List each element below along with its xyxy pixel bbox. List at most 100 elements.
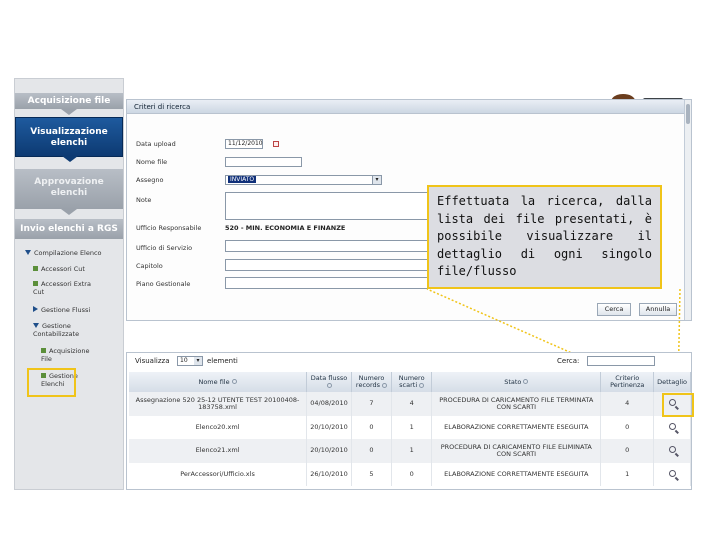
criterion-cell: 1 [600,462,655,486]
results-table: Nome file Data flusso Numero records Num… [129,372,691,486]
field-label: Capitolo [136,262,163,270]
expanded-arrow-icon [33,323,39,328]
table-row[interactable]: Elenco20.xml 20/10/2010 0 1 ELABORAZIONE… [129,415,691,439]
show-label: Visualizza [135,357,170,365]
results-panel: Visualizza 10 ▾ elementi Cerca: Nome fil… [126,352,692,490]
bullet-icon [41,348,46,353]
piano-gestionale-input[interactable] [225,277,430,289]
highlight-box-gestione-elenchi [27,368,76,397]
chevron-down-icon[interactable]: ▾ [372,176,381,184]
form-scrollbar[interactable] [684,100,691,320]
table-row[interactable]: Assegnazione 520 25-12 UTENTE TEST 20100… [129,392,691,416]
column-header[interactable]: Criterio Pertinenza [600,372,655,392]
nav-tree-item[interactable]: Compilazione Elenco [25,249,102,257]
column-header[interactable]: Numero scarti [391,372,433,392]
field-label: Ufficio Responsabile [136,224,202,232]
criterion-cell: 0 [600,439,655,463]
status-cell: PROCEDURA DI CARICAMENTO FILE ELIMINATA … [431,439,602,463]
sort-icon[interactable] [327,382,333,388]
nav-tree-item[interactable]: Accessori Cut [33,265,85,273]
workflow-sidebar: Acquisizione file Visualizzazione elench… [14,78,124,490]
sort-icon[interactable] [231,379,237,384]
date-cell: 20/10/2010 [306,439,352,463]
note-textarea[interactable] [225,192,430,220]
search-button[interactable]: Cerca [597,303,631,316]
file-name-cell: Elenco20.xml [129,415,308,439]
field-label: Note [136,196,152,204]
data-upload-input[interactable]: 11/12/2010 [225,139,263,149]
file-name-cell: Elenco21.xml [129,439,308,463]
instruction-callout: Effettuata la ricerca, dalla lista dei f… [427,185,662,289]
criterion-cell: 4 [600,392,655,416]
detail-cell[interactable] [653,462,691,486]
column-header[interactable]: Nome file [129,372,308,392]
nome-file-input[interactable] [225,157,302,167]
status-cell: ELABORAZIONE CORRETTAMENTE ESEGUITA [431,462,602,486]
step-arrow-icon [61,209,77,215]
step-arrow-icon [61,109,77,115]
table-search-label: Cerca: [557,357,580,365]
sort-icon[interactable] [523,379,529,384]
assegno-select[interactable]: INVIATO ▾ [225,175,382,185]
records-cell: 0 [351,415,393,439]
table-row[interactable]: Elenco21.xml 20/10/2010 0 1 PROCEDURA DI… [129,439,691,463]
sort-icon[interactable] [382,382,388,388]
records-cell: 7 [351,392,393,416]
nav-tree-item[interactable]: Accessori Extra Cut [33,280,103,296]
capitolo-input[interactable] [225,259,430,271]
step-invio-elenchi-rgs[interactable]: Invio elenchi a RGS [15,219,123,239]
discards-cell: 1 [391,439,433,463]
field-label: Data upload [136,140,176,148]
records-cell: 5 [351,462,393,486]
ufficio-servizio-input[interactable] [225,240,430,252]
magnifier-icon[interactable] [668,469,676,477]
magnifier-icon[interactable] [668,446,676,454]
criterion-cell: 0 [600,415,655,439]
step-acquisizione-file[interactable]: Acquisizione file [15,93,123,115]
column-header[interactable]: Data flusso [306,372,352,392]
step-approvazione-elenchi[interactable]: Approvazione elenchi [15,169,123,215]
field-label: Nome file [136,158,168,166]
discards-cell: 4 [391,392,433,416]
chevron-down-icon[interactable]: ▾ [194,357,202,365]
column-header[interactable]: Stato [431,372,602,392]
ufficio-responsabile-value: 520 - MIN. ECONOMIA E FINANZE [225,224,346,232]
file-name-cell: Assegnazione 520 25-12 UTENTE TEST 20100… [129,392,308,416]
collapsed-arrow-icon [33,306,38,312]
status-cell: ELABORAZIONE CORRETTAMENTE ESEGUITA [431,415,602,439]
discards-cell: 0 [391,462,433,486]
field-label: Assegno [136,176,164,184]
sort-icon[interactable] [419,382,425,388]
step-visualizzazione-elenchi[interactable]: Visualizzazione elenchi [15,117,123,162]
date-cell: 26/10/2010 [306,462,352,486]
panel-title: Criteri di ricerca [127,100,691,114]
date-cell: 20/10/2010 [306,415,352,439]
cancel-button[interactable]: Annulla [639,303,677,316]
table-search-input[interactable] [587,356,655,366]
nav-tree-item[interactable]: Gestione Flussi [33,306,90,314]
field-label: Ufficio di Servizio [136,244,193,252]
page-size-select[interactable]: 10 ▾ [177,356,203,366]
scrollbar-thumb[interactable] [686,104,690,124]
bullet-icon [33,266,38,271]
date-cell: 04/08/2010 [306,392,352,416]
discards-cell: 1 [391,415,433,439]
field-label: Piano Gestionale [136,280,191,288]
highlight-box-detail [662,393,694,417]
step-arrow-icon [62,156,78,162]
table-row[interactable]: PerAccessori/Ufficio.xls 26/10/2010 5 0 … [129,462,691,486]
records-cell: 0 [351,439,393,463]
column-header: Dettaglio [653,372,691,392]
magnifier-icon[interactable] [668,422,676,430]
detail-cell[interactable] [653,439,691,463]
column-header[interactable]: Numero records [351,372,393,392]
nav-tree-item[interactable]: Acquisizione File [41,347,101,363]
nav-tree-item[interactable]: Gestione Contabilizzate [33,322,93,338]
expanded-arrow-icon [25,250,31,255]
detail-cell[interactable] [653,415,691,439]
calendar-icon[interactable] [273,141,279,147]
file-name-cell: PerAccessori/Ufficio.xls [129,462,308,486]
status-cell: PROCEDURA DI CARICAMENTO FILE TERMINATA … [431,392,602,416]
bullet-icon [33,281,38,286]
elements-label: elementi [207,357,238,365]
